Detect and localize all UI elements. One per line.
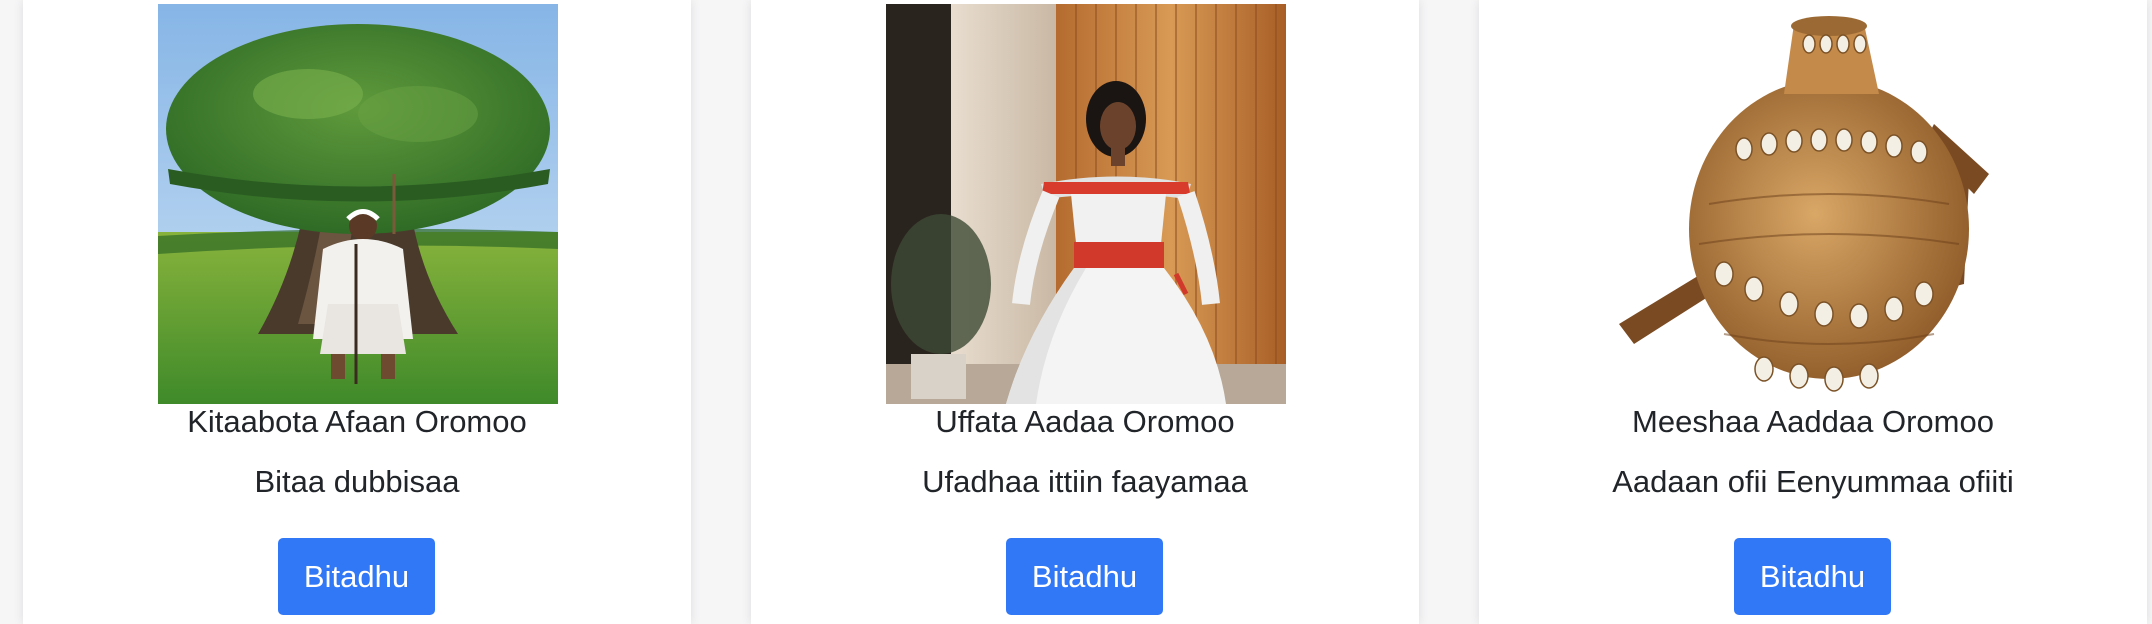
buy-button[interactable]: Bitadhu: [1734, 538, 1891, 615]
traditional-dress-photo-image: [886, 4, 1286, 404]
odaa-tree-painting-image: [158, 4, 558, 404]
product-card-tools: Meeshaa Aaddaa Oromoo Aadaan ofii Eenyum…: [1479, 0, 2147, 624]
woven-gourd-container-image: [1614, 4, 2014, 404]
card-text: Bitaa dubbisaa: [254, 464, 460, 499]
card-text: Aadaan ofii Eenyummaa ofiiti: [1612, 464, 2014, 499]
card-title: Meeshaa Aaddaa Oromoo: [1632, 404, 1994, 439]
card-title: Kitaabota Afaan Oromoo: [187, 404, 527, 439]
buy-button[interactable]: Bitadhu: [1006, 538, 1163, 615]
product-card-clothes: Uffata Aadaa Oromoo Ufadhaa ittiin faaya…: [751, 0, 1419, 624]
card-title: Uffata Aadaa Oromoo: [935, 404, 1235, 439]
buy-button[interactable]: Bitadhu: [278, 538, 435, 615]
card-text: Ufadhaa ittiin faayamaa: [922, 464, 1248, 499]
product-card-books: Kitaabota Afaan Oromoo Bitaa dubbisaa Bi…: [23, 0, 691, 624]
